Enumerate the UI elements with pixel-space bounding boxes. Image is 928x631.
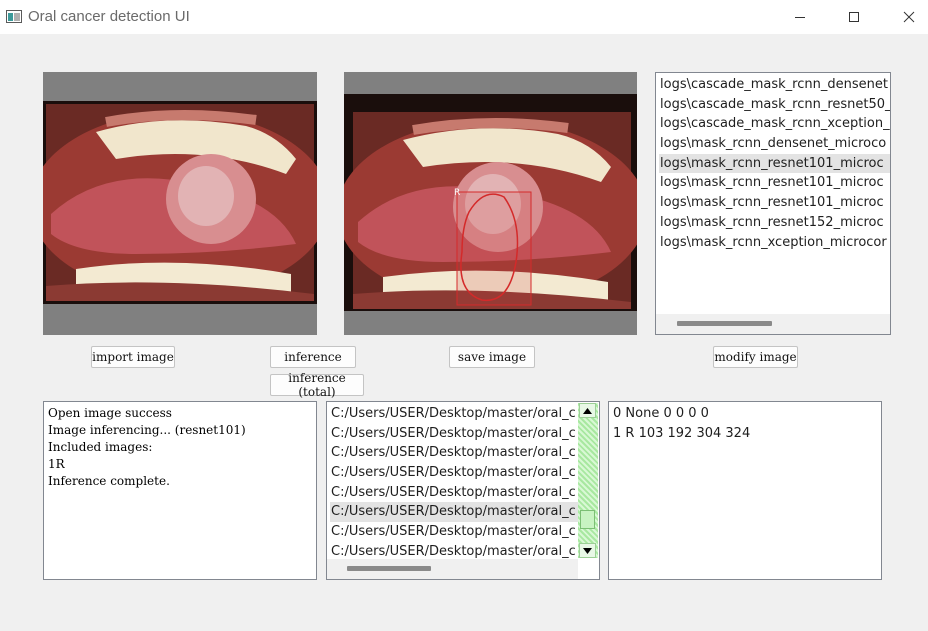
- result-image-panel: R: [344, 72, 637, 335]
- scroll-down-button[interactable]: [579, 543, 596, 558]
- file-list[interactable]: C:/Users/USER/Desktop/master/oral_c C:/U…: [326, 401, 600, 580]
- model-list-item[interactable]: logs\mask_rcnn_resnet152_microc: [659, 213, 890, 233]
- log-line: Open image success: [48, 406, 172, 420]
- maximize-icon: [849, 12, 859, 22]
- file-list-item[interactable]: C:/Users/USER/Desktop/master/oral_c: [330, 404, 578, 424]
- model-list-item[interactable]: logs\cascade_mask_rcnn_xception_: [659, 114, 890, 134]
- model-list-item[interactable]: logs\cascade_mask_rcnn_resnet50_: [659, 95, 890, 115]
- inference-button[interactable]: inference: [270, 346, 356, 368]
- log-line: Inference complete.: [48, 474, 170, 488]
- main-window: R logs\cascade_mask_rcnn_densenet logs\c…: [0, 34, 928, 631]
- file-list-hscroll-thumb[interactable]: [347, 566, 431, 571]
- result-mouth-image: R: [344, 94, 637, 311]
- model-list-item[interactable]: logs\mask_rcnn_xception_microcor: [659, 233, 890, 253]
- minimize-icon: [795, 17, 805, 18]
- detection-results: 0 None 0 0 0 0 1 R 103 192 304 324: [608, 401, 882, 580]
- file-list-hscrollbar[interactable]: [327, 559, 578, 579]
- scroll-up-icon: [583, 407, 592, 414]
- file-list-item[interactable]: C:/Users/USER/Desktop/master/oral_c: [330, 483, 578, 503]
- model-list-hscroll-thumb[interactable]: [677, 321, 772, 326]
- scroll-up-button[interactable]: [579, 403, 596, 418]
- vscroll-track[interactable]: [578, 403, 598, 558]
- result-line: 1 R 103 192 304 324: [613, 426, 751, 441]
- save-image-button[interactable]: save image: [449, 346, 535, 368]
- model-list-item[interactable]: logs\mask_rcnn_resnet101_microc: [659, 193, 890, 213]
- log-line: Included images:: [48, 440, 153, 454]
- model-list-item[interactable]: logs\cascade_mask_rcnn_densenet: [659, 75, 890, 95]
- window-title: Oral cancer detection UI: [28, 8, 190, 25]
- inference-total-button[interactable]: inference (total): [270, 371, 364, 399]
- file-list-item-selected[interactable]: C:/Users/USER/Desktop/master/oral_c: [330, 502, 578, 523]
- model-list-item-selected[interactable]: logs\mask_rcnn_resnet101_microc: [659, 153, 890, 174]
- file-list-item[interactable]: C:/Users/USER/Desktop/master/oral_c: [330, 424, 578, 444]
- file-list-item[interactable]: C:/Users/USER/Desktop/master/oral_c: [330, 522, 578, 542]
- log-output: Open image success Image inferencing... …: [43, 401, 317, 580]
- close-icon: [903, 11, 915, 23]
- result-line: 0 None 0 0 0 0: [613, 406, 709, 421]
- import-image-button[interactable]: import image: [91, 346, 175, 368]
- model-list-item[interactable]: logs\mask_rcnn_resnet101_microc: [659, 173, 890, 193]
- close-button[interactable]: [897, 6, 921, 28]
- log-line: 1R: [48, 457, 65, 471]
- detection-box: [456, 191, 532, 306]
- model-list-item[interactable]: logs\mask_rcnn_densenet_microco: [659, 134, 890, 154]
- file-list-item[interactable]: C:/Users/USER/Desktop/master/oral_c: [330, 463, 578, 483]
- original-image-panel: [43, 72, 317, 335]
- detection-label: R: [454, 188, 460, 198]
- title-bar: Oral cancer detection UI: [0, 0, 928, 34]
- vscroll-thumb[interactable]: [580, 510, 595, 529]
- log-line: Image inferencing... (resnet101): [48, 423, 246, 437]
- file-list-vscrollbar[interactable]: [578, 403, 598, 558]
- app-icon: [6, 10, 22, 23]
- scroll-down-icon: [583, 547, 592, 554]
- file-list-item[interactable]: C:/Users/USER/Desktop/master/oral_c: [330, 443, 578, 463]
- modify-image-button[interactable]: modify image: [713, 346, 798, 368]
- model-list[interactable]: logs\cascade_mask_rcnn_densenet logs\cas…: [655, 72, 891, 335]
- model-list-hscrollbar[interactable]: [656, 314, 890, 334]
- maximize-button[interactable]: [842, 6, 866, 28]
- minimize-button[interactable]: [788, 6, 812, 28]
- original-mouth-image: [43, 101, 317, 304]
